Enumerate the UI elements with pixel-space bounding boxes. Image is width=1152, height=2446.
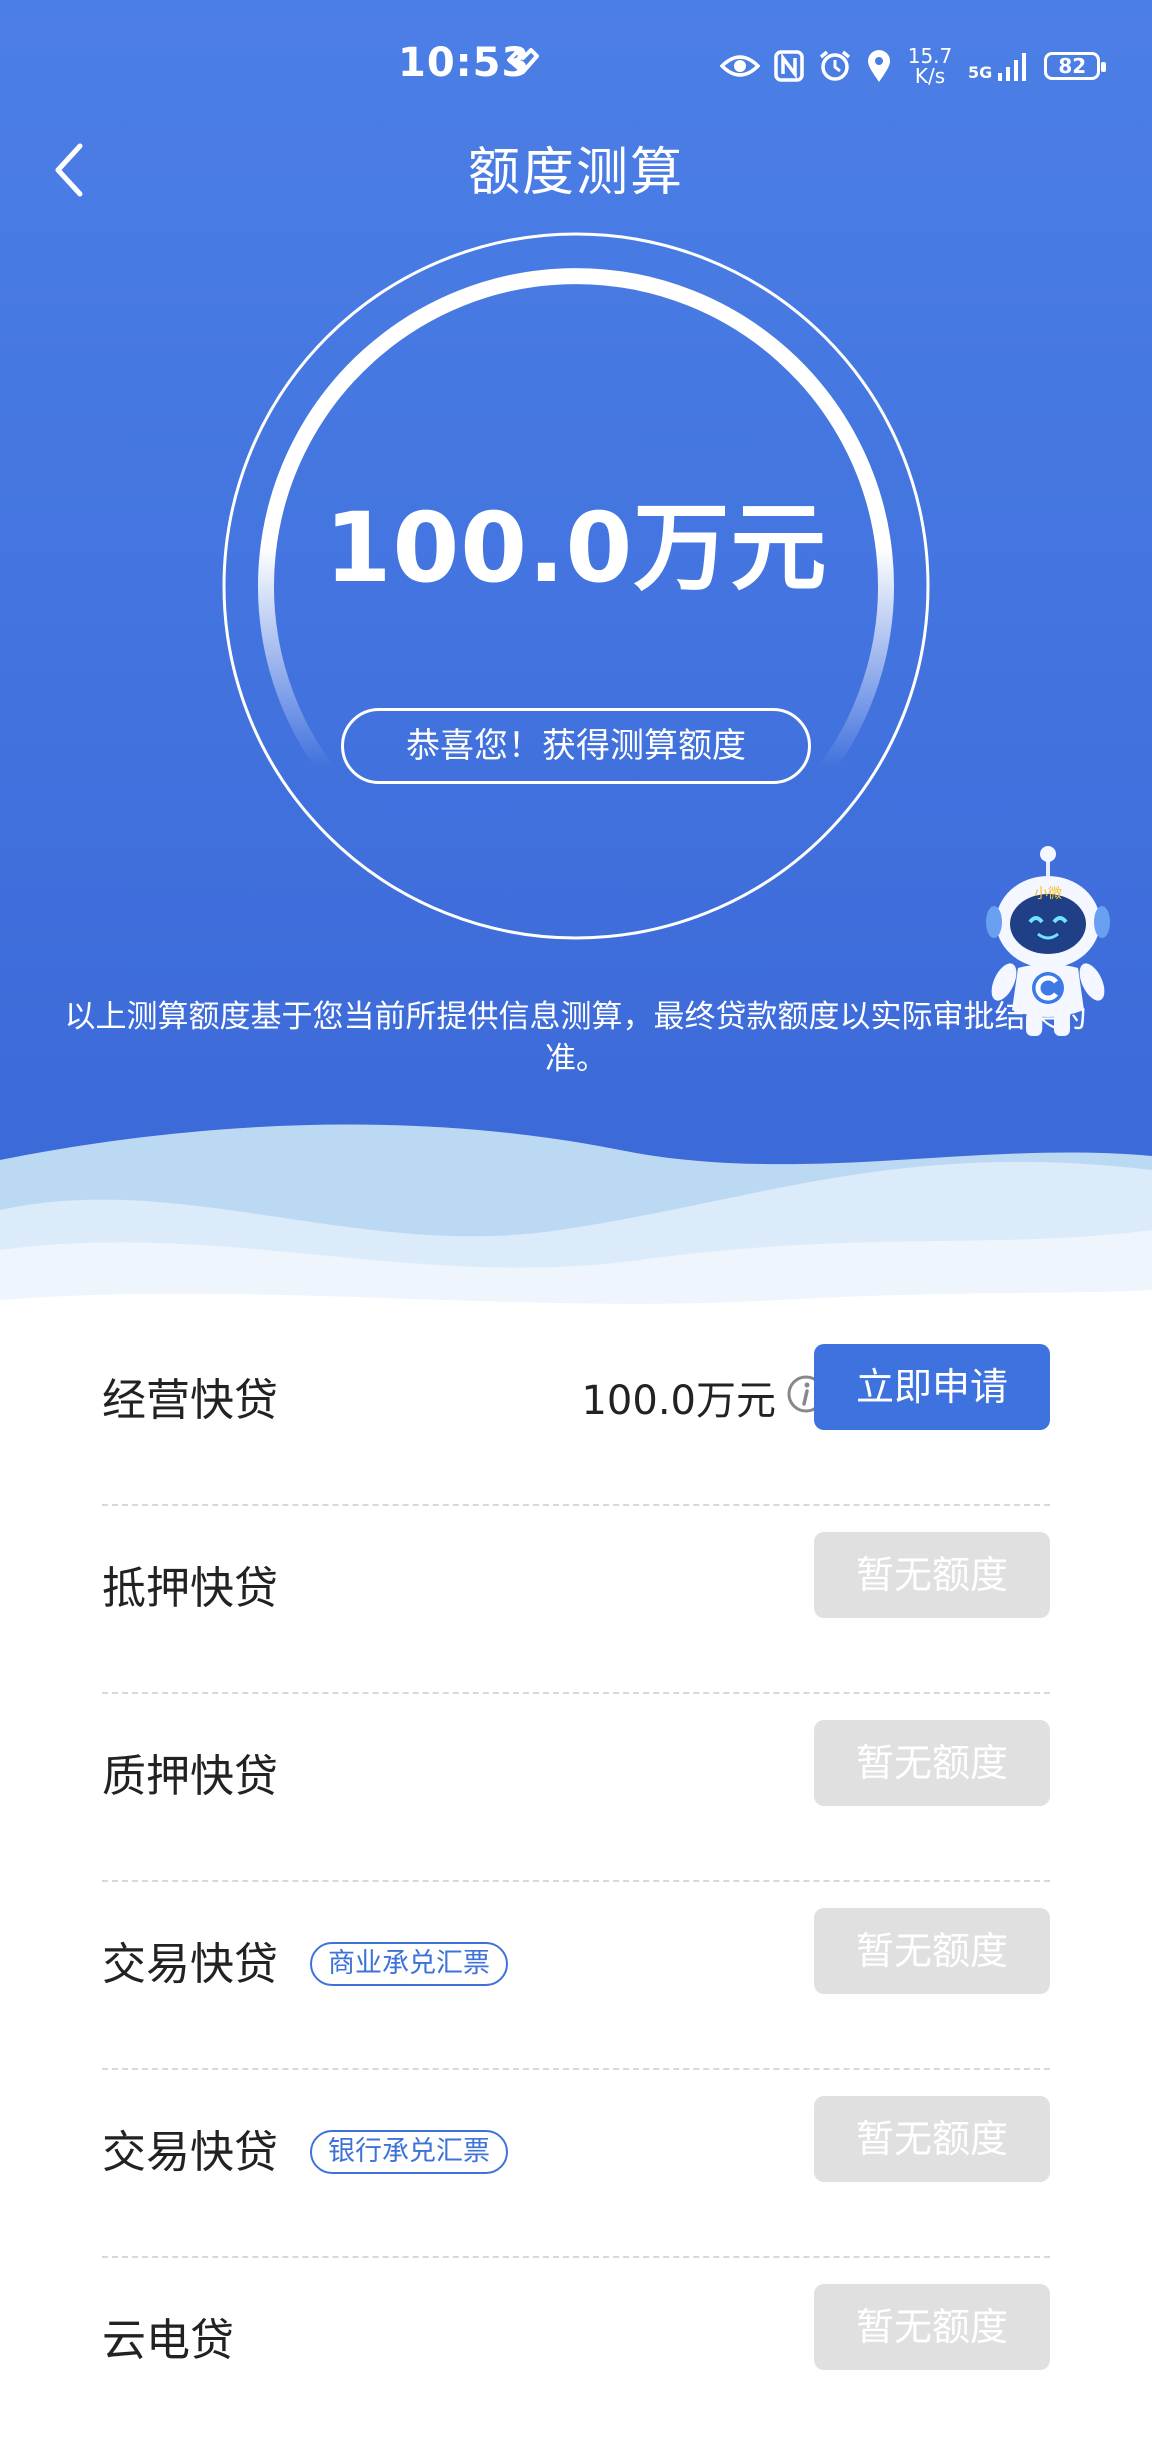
page-title: 额度测算 [467,143,684,203]
quota-notice: 以上测算额度基于您当前所提供信息测算，最终贷款额度以实际审批结果为准。 [64,999,1088,1077]
quota-amount: 100.0万元 [324,492,828,604]
hero-banner: 10:53 15.7 K/s 5G 82 额度测算 100.0万元 恭喜您！获得… [0,0,1152,1320]
product-name: 抵押快贷 [102,1563,278,1614]
net-speed-unit: K/s [914,64,946,88]
product-name: 云电贷 [102,2315,234,2366]
product-amount: 100.0万元 [581,1378,776,1424]
product-row: 云电贷 暂无额度 [102,2258,1050,2446]
product-row: 交易快贷 商业承兑汇票 暂无额度 [102,1882,1050,2070]
robot-badge: 小微 [1034,886,1062,902]
product-name: 交易快贷 [102,2127,278,2178]
no-quota-button[interactable]: 暂无额度 [814,2096,1050,2182]
status-icons: 15.7 K/s 5G 82 [720,44,1107,88]
product-row: 交易快贷 银行承兑汇票 暂无额度 [102,2070,1050,2258]
no-quota-button[interactable]: 暂无额度 [814,1908,1050,1994]
network-type: 5G [968,63,993,82]
no-quota-button[interactable]: 暂无额度 [814,1720,1050,1806]
net-speed-value: 15.7 [907,44,953,68]
status-bar: 10:53 15.7 K/s 5G 82 [0,0,1152,130]
no-quota-button[interactable]: 暂无额度 [814,1532,1050,1618]
loan-product-list: 经营快贷 100.0万元 立即申请 抵押快贷 暂无额度 质押快贷 暂无额度 交易… [102,1318,1050,2446]
eye-icon [720,55,760,77]
product-name: 经营快贷 [102,1375,278,1426]
apply-now-button[interactable]: 立即申请 [814,1344,1050,1430]
location-icon [868,50,890,82]
net-speed: 15.7 K/s [906,46,954,86]
signal-indicator: 5G [968,51,1030,81]
product-row: 抵押快贷 暂无额度 [102,1506,1050,1694]
signal-icon [998,53,1027,81]
product-tag: 商业承兑汇票 [310,1942,508,1986]
product-name: 交易快贷 [102,1939,278,1990]
product-row: 质押快贷 暂无额度 [102,1694,1050,1882]
wave-decoration [0,1124,1152,1320]
assistant-robot-icon[interactable]: 小微 [980,842,1116,1038]
product-row: 经营快贷 100.0万元 立即申请 [102,1318,1050,1506]
congrats-badge: 恭喜您！获得测算额度 [341,708,811,784]
no-quota-button[interactable]: 暂无额度 [814,2284,1050,2370]
battery-icon: 82 [1044,52,1107,80]
nfc-icon [774,50,804,82]
alarm-icon [819,50,851,81]
product-tag: 银行承兑汇票 [310,2130,508,2174]
heart-activity-icon [507,48,539,74]
product-name: 质押快贷 [102,1751,278,1802]
